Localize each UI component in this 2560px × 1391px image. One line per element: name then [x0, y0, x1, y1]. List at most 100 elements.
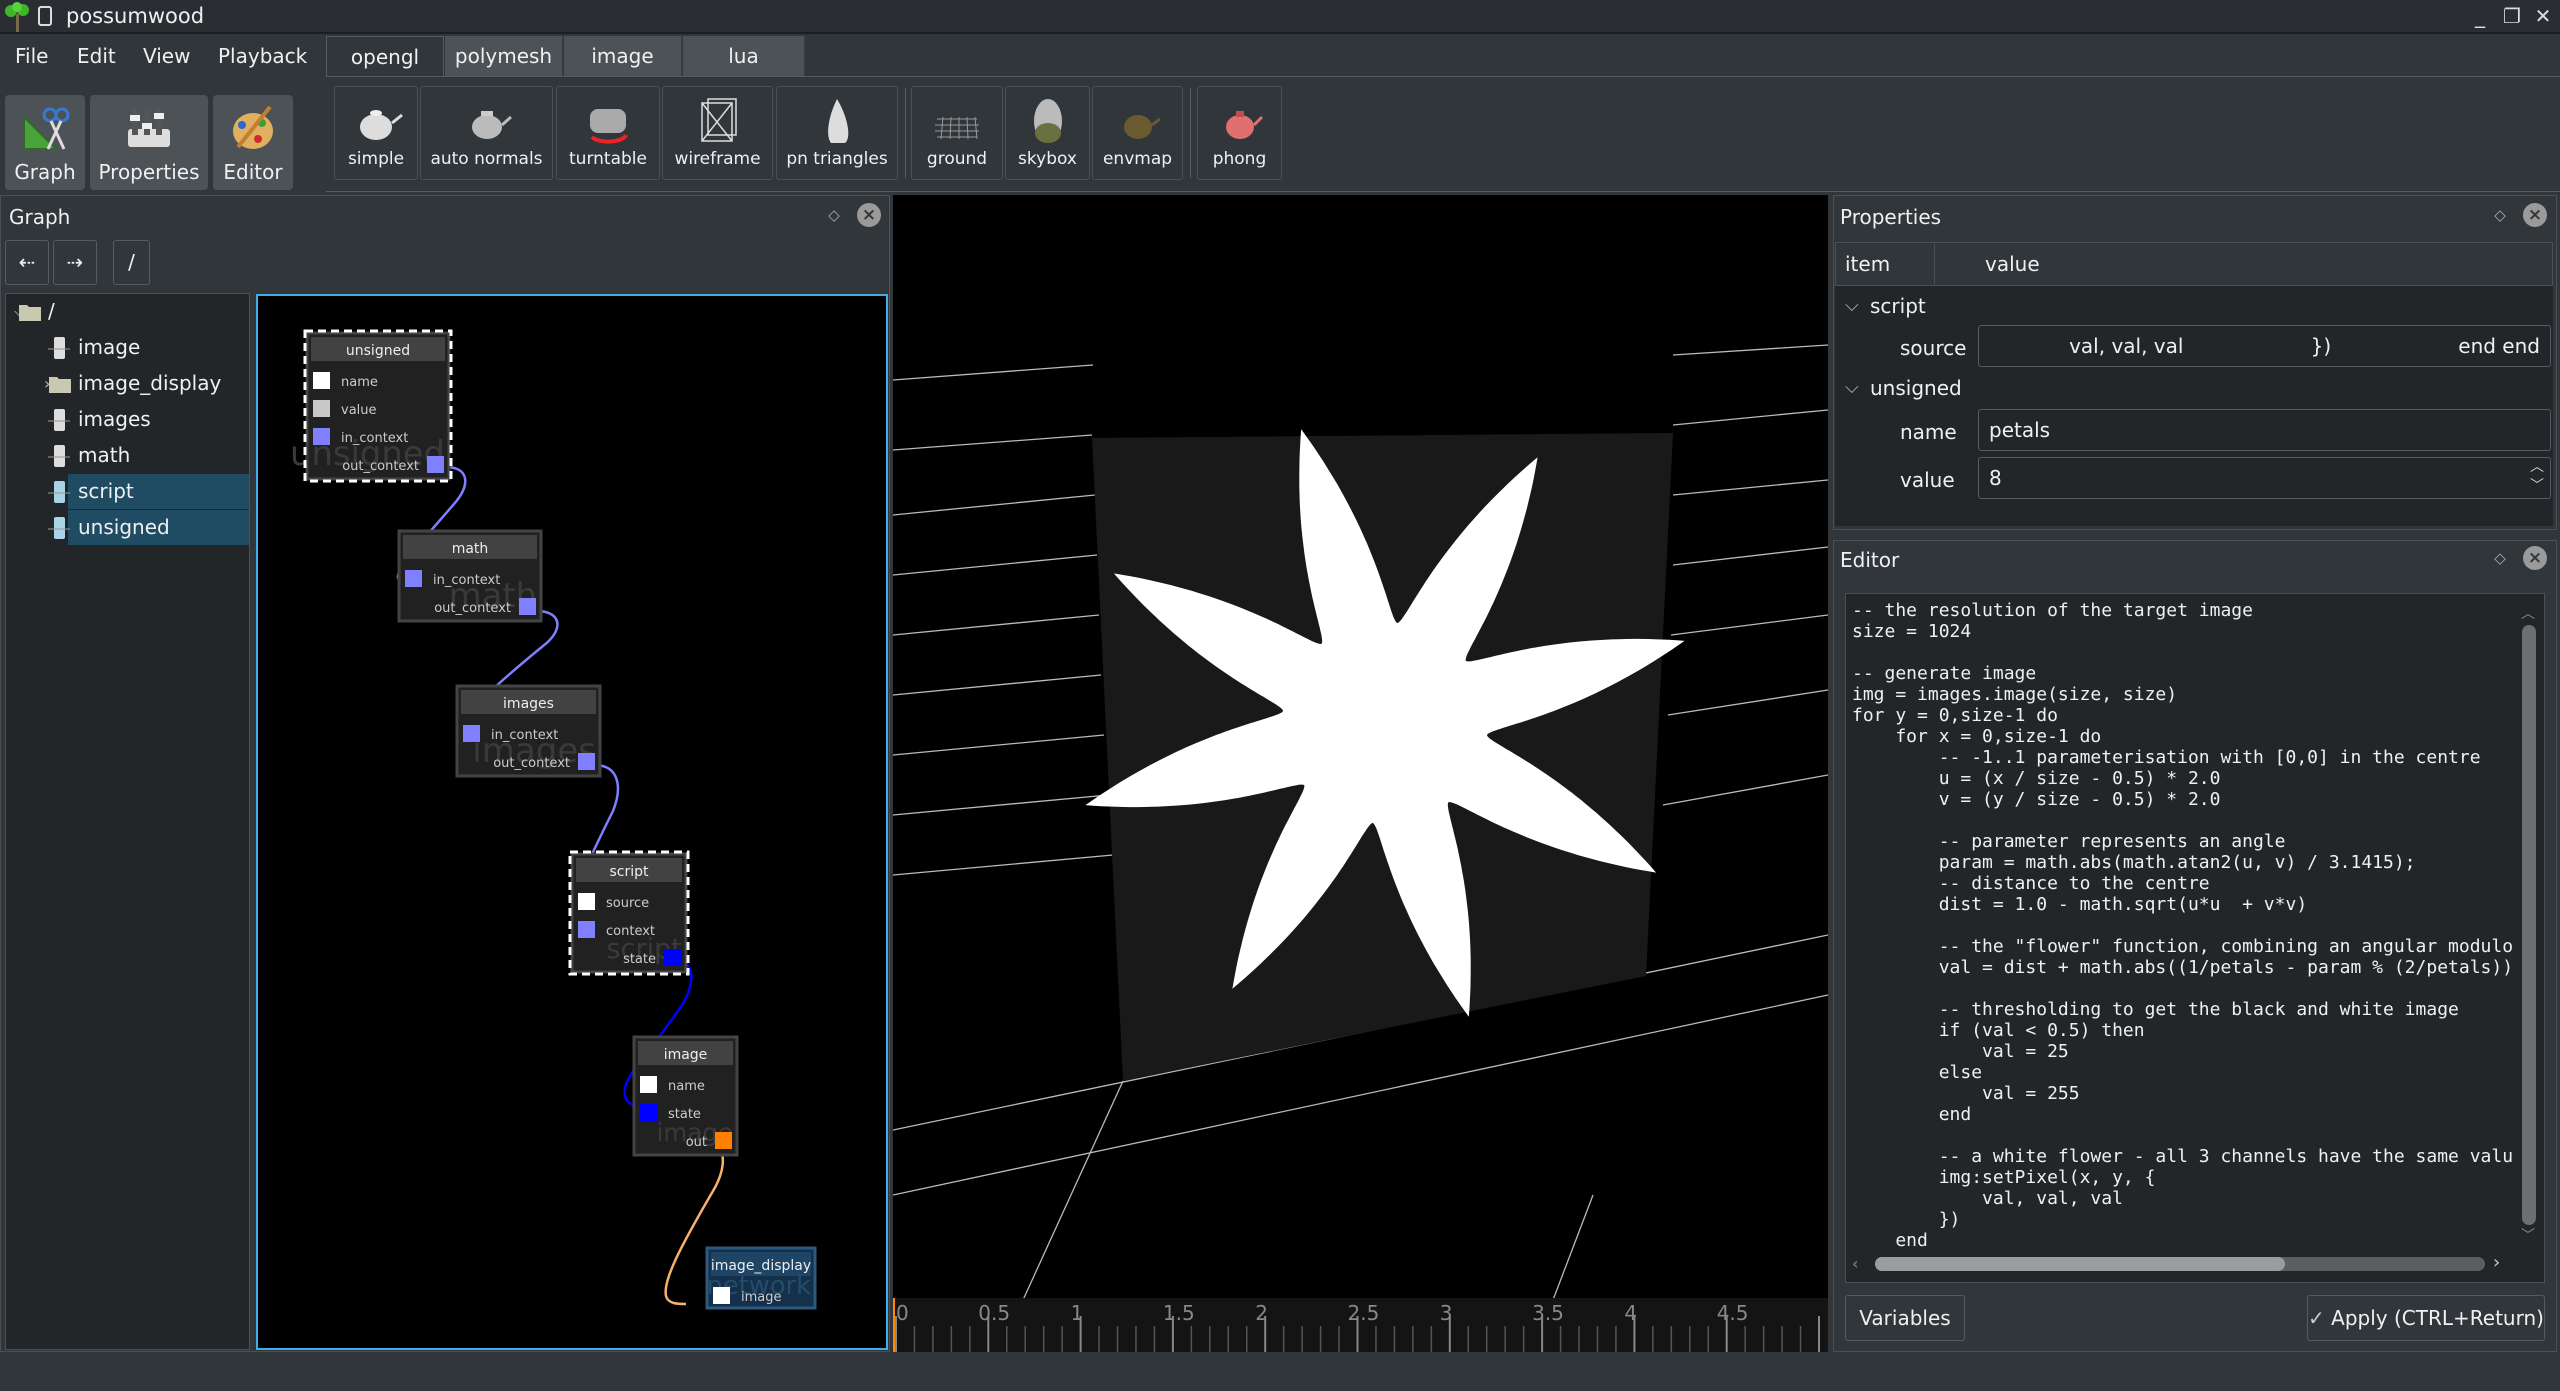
- grid-line: [892, 614, 1100, 636]
- tree-item-images[interactable]: images: [6, 402, 249, 437]
- close-icon[interactable]: ✕: [2531, 4, 2555, 28]
- port-image[interactable]: [713, 1287, 730, 1304]
- variables-button[interactable]: Variables: [1845, 1295, 1965, 1341]
- graph-dock-button[interactable]: Graph: [5, 95, 85, 190]
- timeline-label: 2.5: [1348, 1301, 1380, 1325]
- 3d-viewport[interactable]: [892, 195, 1829, 1301]
- toolbar-button-ground[interactable]: ground: [911, 86, 1003, 180]
- path-button[interactable]: /: [113, 240, 150, 285]
- toolbar-button-auto-normals[interactable]: auto normals: [420, 86, 553, 180]
- port-source[interactable]: [578, 893, 595, 910]
- toolbar-button-skybox[interactable]: skybox: [1005, 86, 1090, 180]
- toolbar-button-pn-triangles[interactable]: pn triangles: [776, 86, 898, 180]
- graph-node-unsigned[interactable]: unsignedunsignednamevaluein_contextout_c…: [290, 329, 453, 483]
- float-panel-icon[interactable]: ◇: [823, 204, 845, 226]
- close-panel-icon[interactable]: ×: [2523, 203, 2547, 227]
- float-panel-icon[interactable]: ◇: [2489, 204, 2511, 226]
- spin-arrows-icon[interactable]: ︿ ﹀: [2530, 458, 2544, 496]
- value-spinbox[interactable]: 8 ︿ ﹀: [1978, 457, 2551, 499]
- properties-panel-title: Properties: [1840, 205, 1942, 229]
- tab-lua[interactable]: lua: [683, 36, 805, 76]
- horizontal-scrollbar[interactable]: [1875, 1257, 2285, 1271]
- tab-opengl[interactable]: opengl: [326, 36, 444, 76]
- editor-dock-button[interactable]: Editor: [213, 95, 293, 190]
- maximize-icon[interactable]: ❐: [2500, 4, 2524, 28]
- menu-file[interactable]: File: [15, 44, 48, 68]
- port-in_context[interactable]: [463, 725, 480, 742]
- port-in_context[interactable]: [313, 428, 330, 445]
- port-out_context[interactable]: [578, 753, 595, 770]
- port-name[interactable]: [640, 1076, 657, 1093]
- tab-polymesh[interactable]: polymesh: [445, 36, 563, 76]
- menu-playback[interactable]: Playback: [218, 44, 307, 68]
- port-state[interactable]: [664, 949, 681, 966]
- timeline[interactable]: 0 0.5 1 1.5 2 2.5 3 3.5 4 4.5: [893, 1298, 1828, 1352]
- toolbar-button-envmap[interactable]: envmap: [1092, 86, 1183, 180]
- timeline-label: 3: [1440, 1301, 1453, 1325]
- forward-button[interactable]: ⇢: [53, 240, 97, 285]
- grid-line: [892, 854, 1114, 876]
- close-panel-icon[interactable]: ×: [857, 203, 881, 227]
- graph-node-image[interactable]: imageimagenamestateout: [632, 1035, 739, 1157]
- back-button[interactable]: ⇠: [5, 240, 49, 285]
- port-state[interactable]: [640, 1104, 657, 1121]
- port-name[interactable]: [313, 372, 330, 389]
- float-panel-icon[interactable]: ◇: [2489, 547, 2511, 569]
- graph-node-image_display[interactable]: networkimage_displayimage: [705, 1246, 817, 1310]
- graph-node-script[interactable]: scriptscriptsourcecontextstate: [568, 850, 690, 976]
- port-in_context[interactable]: [405, 570, 422, 587]
- toolbar-button-wireframe[interactable]: wireframe: [662, 86, 773, 180]
- scroll-left-icon[interactable]: ‹: [1852, 1254, 1858, 1273]
- scroll-right-icon[interactable]: ›: [2493, 1252, 2500, 1273]
- toolbar-button-phong[interactable]: phong: [1197, 86, 1282, 180]
- skybox-icon: [1033, 99, 1062, 143]
- port-label: state: [668, 1107, 701, 1122]
- timeline-label: 4: [1624, 1301, 1637, 1325]
- prop-name-label: name: [1900, 420, 1957, 444]
- name-field[interactable]: petals: [1978, 409, 2551, 451]
- toolbar-button-simple[interactable]: simple: [334, 86, 418, 180]
- tree-item-math[interactable]: math: [6, 438, 249, 473]
- graph-node-images[interactable]: imagesimagesin_contextout_context: [455, 684, 602, 778]
- port-context[interactable]: [578, 921, 595, 938]
- grid-line: [892, 734, 1105, 756]
- tab-image[interactable]: image: [564, 36, 682, 76]
- grid-line: [1672, 409, 1829, 426]
- port-label: state: [623, 952, 656, 967]
- code-line: val = dist + math.abs((1/petals - param …: [1852, 957, 2514, 978]
- scroll-down-icon[interactable]: ﹀: [2521, 1225, 2535, 1245]
- timeline-label: 0: [896, 1301, 909, 1325]
- code-line: val, val, val: [1852, 1188, 2123, 1209]
- menu-edit[interactable]: Edit: [77, 44, 116, 68]
- toolbar-button-turntable[interactable]: turntable: [556, 86, 660, 180]
- toolbar-button-label: pn triangles: [786, 149, 888, 169]
- toolbar-separator: [905, 88, 906, 178]
- graph-editor-canvas[interactable]: unsigned unsigned name value in_context out_c…: [256, 294, 888, 1350]
- vertical-scrollbar[interactable]: [2522, 625, 2536, 1225]
- title-bar: possumwood _ ❐ ✕: [0, 0, 2560, 34]
- node-icon: [48, 337, 70, 359]
- tree-item-image_display[interactable]: › image_display: [6, 366, 249, 401]
- tree-item-script[interactable]: script: [48, 474, 249, 509]
- close-panel-icon[interactable]: ×: [2523, 546, 2547, 570]
- graph-node-math[interactable]: mathmathin_contextout_context: [397, 529, 543, 623]
- expand-unsigned-icon[interactable]: ⌵: [1845, 377, 1859, 398]
- minimize-icon[interactable]: _: [2468, 4, 2492, 28]
- apply-button[interactable]: ✓ Apply (CTRL+Return): [2307, 1295, 2545, 1341]
- tree-item-unsigned[interactable]: unsigned: [48, 510, 249, 545]
- code-line: -- generate image: [1852, 663, 2037, 684]
- properties-dock-button[interactable]: Properties: [90, 95, 208, 190]
- menu-view[interactable]: View: [143, 44, 190, 68]
- code-line: end: [1852, 1104, 1972, 1125]
- scroll-up-icon[interactable]: ︿: [2521, 603, 2535, 623]
- node-icon: [48, 409, 70, 431]
- window-menu-icon[interactable]: [38, 6, 52, 26]
- source-field[interactable]: val, val, val }) end end: [1978, 325, 2551, 367]
- port-out_context[interactable]: [519, 598, 536, 615]
- port-out_context[interactable]: [427, 456, 444, 473]
- tree-item-image[interactable]: image: [6, 330, 249, 365]
- tree-item-root[interactable]: ⌵/: [6, 294, 249, 329]
- expand-script-icon[interactable]: ⌵: [1845, 295, 1859, 316]
- port-out[interactable]: [715, 1132, 732, 1149]
- port-value[interactable]: [313, 400, 330, 417]
